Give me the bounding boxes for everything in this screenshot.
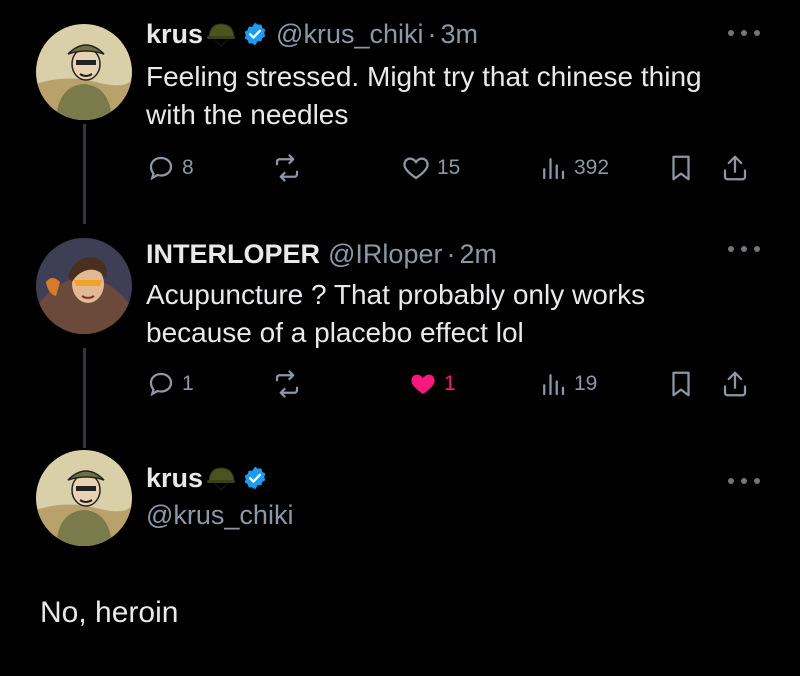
bookmark-button[interactable]: [666, 150, 696, 186]
action-bar: 8 15 392: [146, 150, 766, 186]
action-bar: 1 1 19: [146, 366, 766, 402]
share-icon: [723, 155, 747, 181]
verified-badge-icon: [242, 21, 268, 47]
share-icon: [723, 371, 747, 397]
display-name[interactable]: INTERLOPER: [146, 239, 320, 270]
share-button[interactable]: [720, 366, 750, 402]
reply-icon: [149, 372, 173, 397]
view-count: 392: [574, 156, 610, 179]
display-name[interactable]: krus: [146, 463, 203, 494]
avatar-krus[interactable]: [36, 450, 132, 546]
more-options-icon[interactable]: [728, 28, 760, 38]
user-handle[interactable]: @krus_chiki: [276, 19, 423, 50]
bookmark-icon: [672, 371, 690, 397]
view-count: 19: [574, 372, 598, 395]
reply-count: 1: [182, 372, 194, 395]
post-header: krus: [146, 458, 268, 498]
separator-dot: ·: [446, 238, 456, 269]
post-text: Acupuncture ? That probably only works b…: [146, 279, 646, 348]
post-3[interactable]: krus @krus_chiki No, heroin: [0, 450, 800, 676]
like-count: 1: [444, 372, 456, 395]
reply-button[interactable]: 1: [146, 366, 194, 402]
user-handle[interactable]: @krus_chiki: [146, 500, 293, 531]
reply-icon: [149, 156, 173, 181]
post-text: Feeling stressed. Might try that chinese…: [146, 61, 702, 130]
post-time[interactable]: 2m: [459, 239, 497, 270]
post-1[interactable]: krus @krus_chiki · 3m Feeling stressed. …: [0, 0, 800, 230]
share-button[interactable]: [720, 150, 750, 186]
repost-icon: [275, 154, 299, 182]
post-text: No, heroin: [40, 596, 179, 629]
helmet-emoji-icon: [206, 465, 236, 492]
post-2[interactable]: INTERLOPER @IRloper · 2m Acupuncture ? T…: [0, 230, 800, 450]
more-options-icon[interactable]: [728, 244, 760, 254]
post-header: INTERLOPER @IRloper · 2m: [146, 234, 497, 274]
repost-icon: [275, 370, 299, 398]
like-button[interactable]: 1: [408, 366, 456, 402]
user-handle[interactable]: @IRloper: [328, 239, 442, 270]
post-header: krus @krus_chiki · 3m: [146, 14, 478, 54]
avatar-interloper[interactable]: [36, 238, 132, 334]
views-icon: [543, 374, 565, 396]
repost-button[interactable]: [272, 150, 302, 186]
views-button[interactable]: 19: [538, 366, 597, 402]
post-time[interactable]: 3m: [441, 19, 479, 50]
heart-icon: [403, 157, 429, 180]
heart-filled-icon: [411, 374, 435, 394]
verified-badge-icon: [242, 465, 268, 491]
like-count: 15: [437, 156, 461, 179]
reply-button[interactable]: 8: [146, 150, 194, 186]
helmet-emoji-icon: [206, 21, 236, 48]
avatar-krus[interactable]: [36, 24, 132, 120]
views-icon: [543, 158, 565, 180]
thread-line: [83, 124, 86, 224]
views-button[interactable]: 392: [538, 150, 609, 186]
repost-button[interactable]: [272, 366, 302, 402]
bookmark-button[interactable]: [666, 366, 696, 402]
reply-count: 8: [182, 156, 194, 179]
bookmark-icon: [672, 155, 690, 181]
like-button[interactable]: 15: [401, 150, 460, 186]
display-name[interactable]: krus: [146, 19, 203, 50]
separator-dot: ·: [427, 18, 437, 49]
more-options-icon[interactable]: [728, 476, 760, 486]
thread-line: [83, 348, 86, 448]
